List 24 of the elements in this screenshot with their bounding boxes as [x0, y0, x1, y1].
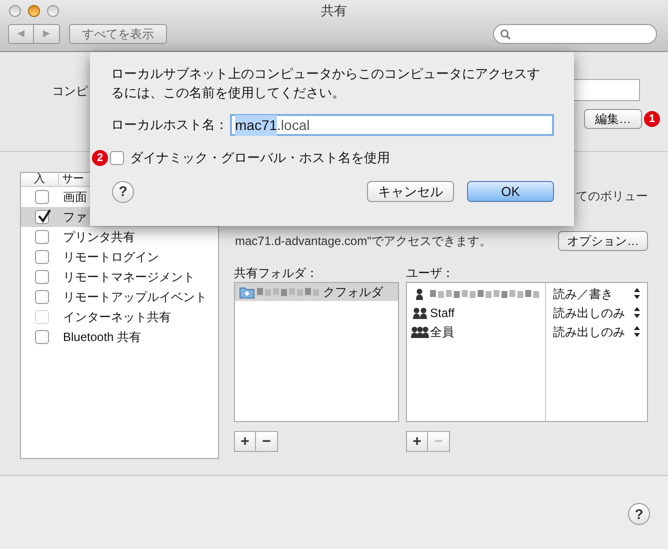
folder-name: クフォルダ	[323, 284, 383, 301]
service-label: ファ	[63, 209, 87, 226]
computer-name-label: コンピ	[52, 83, 88, 100]
number-badge: 2	[92, 150, 108, 166]
service-label: リモートログイン	[63, 249, 159, 266]
service-label: プリンタ共有	[63, 229, 135, 246]
description-text: てのボリュー	[576, 188, 648, 205]
column-header: 入	[21, 174, 59, 185]
service-label: Bluetooth 共有	[63, 329, 142, 346]
number-badge: 1	[644, 111, 660, 127]
user-name: Staff	[430, 304, 454, 322]
column-header: サー	[61, 172, 84, 188]
service-label: 画面	[63, 189, 87, 206]
shared-folders-label: 共有フォルダ：	[234, 265, 319, 282]
users-label: ユーザ：	[406, 265, 455, 282]
user-name: 全員	[430, 324, 454, 340]
checkbox-label: ダイナミック・グローバル・ホスト名を使用	[130, 149, 390, 167]
message-text: ローカルサブネット上のコンピュータからこのコンピュータにアクセスするには、この名前を使用してください。	[111, 65, 541, 102]
service-label: インターネット共有	[63, 309, 171, 326]
service-label: リモートアップルイベント	[63, 289, 207, 306]
description-text: mac71.d-advantage.com"でアクセスできます。	[234, 233, 492, 250]
hostname-label: ローカルホスト名：	[111, 116, 228, 134]
window-title: 共有	[321, 2, 347, 20]
service-label: リモートマネージメント	[63, 269, 195, 286]
